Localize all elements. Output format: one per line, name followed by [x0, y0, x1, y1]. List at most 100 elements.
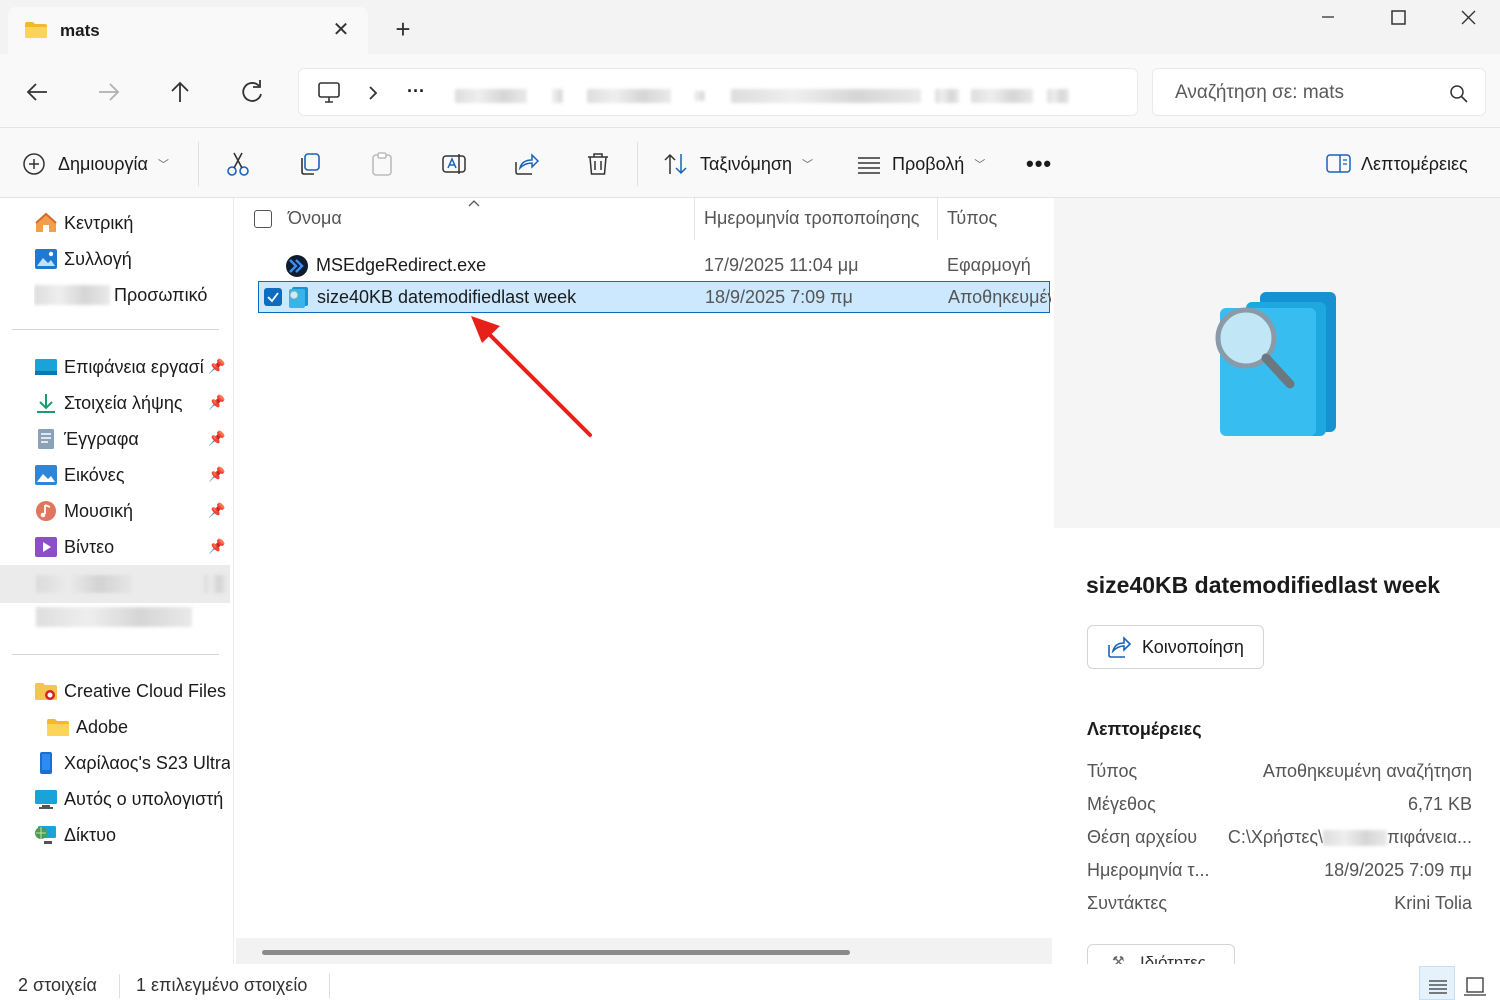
- close-window-button[interactable]: [1430, 0, 1500, 36]
- chevron-right-icon[interactable]: [365, 83, 381, 103]
- sidebar-item-documents[interactable]: Έγγραφα: [34, 424, 230, 454]
- refresh-icon: [242, 80, 262, 102]
- share-button[interactable]: Κοινοποίηση: [1087, 625, 1264, 669]
- forward-button[interactable]: [89, 74, 129, 110]
- sort-button[interactable]: Ταξινόμηση ﹀: [662, 148, 813, 180]
- sidebar-item-downloads[interactable]: Στοιχεία λήψης: [34, 388, 230, 418]
- sidebar-item-personal[interactable]: Προσωπικό: [34, 280, 230, 310]
- sidebar-item-blurred[interactable]: [0, 603, 230, 633]
- property-row: Συντάκτες Krini Tolia: [1087, 893, 1472, 919]
- view-label: Προβολή: [892, 153, 965, 174]
- refresh-button[interactable]: [232, 74, 272, 110]
- column-header-date[interactable]: Ημερομηνία τροποποίησης: [704, 208, 919, 229]
- blurred-account-name: [34, 285, 110, 305]
- details-pane-button[interactable]: Λεπτομέρειες: [1325, 148, 1468, 180]
- properties-label: Ιδιότητες: [1140, 953, 1206, 964]
- sidebar-item-adobe[interactable]: Adobe: [46, 712, 242, 742]
- blurred-path-segment: [731, 89, 921, 103]
- details-view-button[interactable]: [1419, 966, 1455, 1000]
- tiles-view-icon: [1464, 977, 1486, 996]
- navigation-bar: ··· Αναζήτηση σε: mats: [0, 54, 1500, 128]
- gallery-icon: [35, 249, 57, 269]
- sidebar-item-pictures[interactable]: Εικόνες: [34, 460, 230, 490]
- delete-button[interactable]: [584, 148, 612, 180]
- copy-button[interactable]: [296, 148, 324, 180]
- sidebar-item-home[interactable]: Κεντρική: [34, 208, 230, 238]
- close-icon: [1461, 10, 1476, 25]
- row-checkbox-checked[interactable]: [264, 288, 282, 306]
- property-row[interactable]: Θέση αρχείου C:\Χρήστες\ πιφάνεια...: [1087, 827, 1472, 853]
- rename-button[interactable]: [440, 148, 468, 180]
- folder-icon: [25, 22, 47, 38]
- new-button[interactable]: Δημιουργία ﹀: [22, 148, 169, 180]
- sidebar-item-label: Adobe: [76, 716, 129, 737]
- command-bar: Δημιουργία ﹀ Ταξινόμηση ﹀ Προβολή ﹀ ••• …: [0, 128, 1500, 198]
- sidebar-item-blurred[interactable]: [0, 565, 230, 603]
- home-icon: [35, 212, 57, 232]
- more-options-button[interactable]: •••: [1026, 148, 1052, 180]
- computer-icon: [35, 790, 57, 809]
- share-button[interactable]: [512, 148, 540, 180]
- property-value: 18/9/2025 7:09 πμ: [1324, 860, 1472, 880]
- blurred-path-segment: [695, 91, 705, 101]
- up-button[interactable]: [160, 74, 200, 110]
- property-value[interactable]: C:\Χρήστες\ πιφάνεια...: [1228, 827, 1472, 848]
- properties-button[interactable]: ⚒ Ιδιότητες: [1087, 944, 1235, 964]
- breadcrumb-overflow[interactable]: ···: [407, 81, 425, 102]
- address-bar[interactable]: ···: [298, 68, 1138, 116]
- chevron-down-icon: ﹀: [802, 159, 813, 171]
- table-row-selected[interactable]: size40KB datemodifiedlast week 18/9/2025…: [258, 281, 1051, 313]
- column-separator[interactable]: [937, 198, 938, 240]
- saved-search-icon: [289, 287, 308, 308]
- minimize-button[interactable]: [1294, 0, 1364, 36]
- network-icon: [35, 826, 56, 844]
- separator: [637, 142, 638, 186]
- arrow-right-icon: [99, 83, 120, 101]
- table-row[interactable]: MSEdgeRedirect.exe 17/9/2025 11:04 μμ Εφ…: [258, 250, 1050, 282]
- back-button[interactable]: [17, 74, 57, 110]
- cut-button[interactable]: [224, 148, 252, 180]
- select-all-checkbox[interactable]: [254, 210, 272, 228]
- pin-icon[interactable]: 📌: [208, 394, 225, 411]
- sidebar-item-phone[interactable]: Χαρίλαος's S23 Ultra: [34, 748, 230, 778]
- column-header-name[interactable]: Όνομα: [288, 208, 342, 229]
- tab-title: mats: [60, 21, 100, 40]
- checkmark-icon: [267, 292, 279, 303]
- sidebar-item-creative-cloud[interactable]: Creative Cloud Files F: [34, 676, 230, 706]
- pin-icon[interactable]: 📌: [208, 358, 225, 375]
- path-suffix: πιφάνεια...: [1387, 827, 1472, 847]
- phone-icon: [40, 752, 52, 774]
- maximize-button[interactable]: [1364, 0, 1434, 36]
- divider: [12, 654, 219, 655]
- document-icon: [38, 429, 54, 449]
- sidebar-item-label: Βίντεο: [64, 536, 115, 557]
- new-tab-button[interactable]: +: [388, 14, 418, 44]
- sidebar-item-gallery[interactable]: Συλλογή: [34, 244, 230, 274]
- divider: [12, 329, 219, 330]
- search-icon: [1450, 85, 1468, 103]
- sidebar-item-videos[interactable]: Βίντεο: [34, 532, 230, 562]
- column-separator[interactable]: [694, 198, 695, 240]
- search-input[interactable]: Αναζήτηση σε: mats: [1152, 68, 1486, 116]
- sidebar-item-music[interactable]: Μουσική: [34, 496, 230, 526]
- property-key: Συντάκτες: [1087, 893, 1168, 913]
- horizontal-scrollbar-thumb[interactable]: [262, 950, 850, 955]
- paste-button[interactable]: [368, 148, 396, 180]
- pin-icon[interactable]: 📌: [208, 466, 225, 483]
- column-header-type[interactable]: Τύπος: [947, 208, 997, 229]
- property-key: Μέγεθος: [1087, 794, 1156, 814]
- sidebar-item-this-pc[interactable]: Αυτός ο υπολογιστή: [34, 784, 230, 814]
- tiles-view-button[interactable]: [1458, 966, 1494, 1000]
- sidebar-item-desktop[interactable]: Επιφάνεια εργασί: [34, 352, 230, 382]
- sidebar-item-network[interactable]: Δίκτυο: [34, 820, 230, 850]
- property-value: 6,71 KB: [1407, 794, 1472, 814]
- view-button[interactable]: Προβολή ﹀: [856, 148, 985, 180]
- pin-icon[interactable]: 📌: [208, 502, 225, 519]
- pin-icon[interactable]: 📌: [208, 538, 225, 555]
- tab-mats[interactable]: mats ✕: [8, 7, 368, 54]
- minimize-icon: [1322, 16, 1334, 18]
- pin-icon[interactable]: 📌: [208, 430, 225, 447]
- property-key: Τύπος: [1087, 761, 1138, 781]
- sidebar-item-label: Συλλογή: [64, 248, 132, 269]
- close-tab-icon[interactable]: ✕: [326, 17, 356, 43]
